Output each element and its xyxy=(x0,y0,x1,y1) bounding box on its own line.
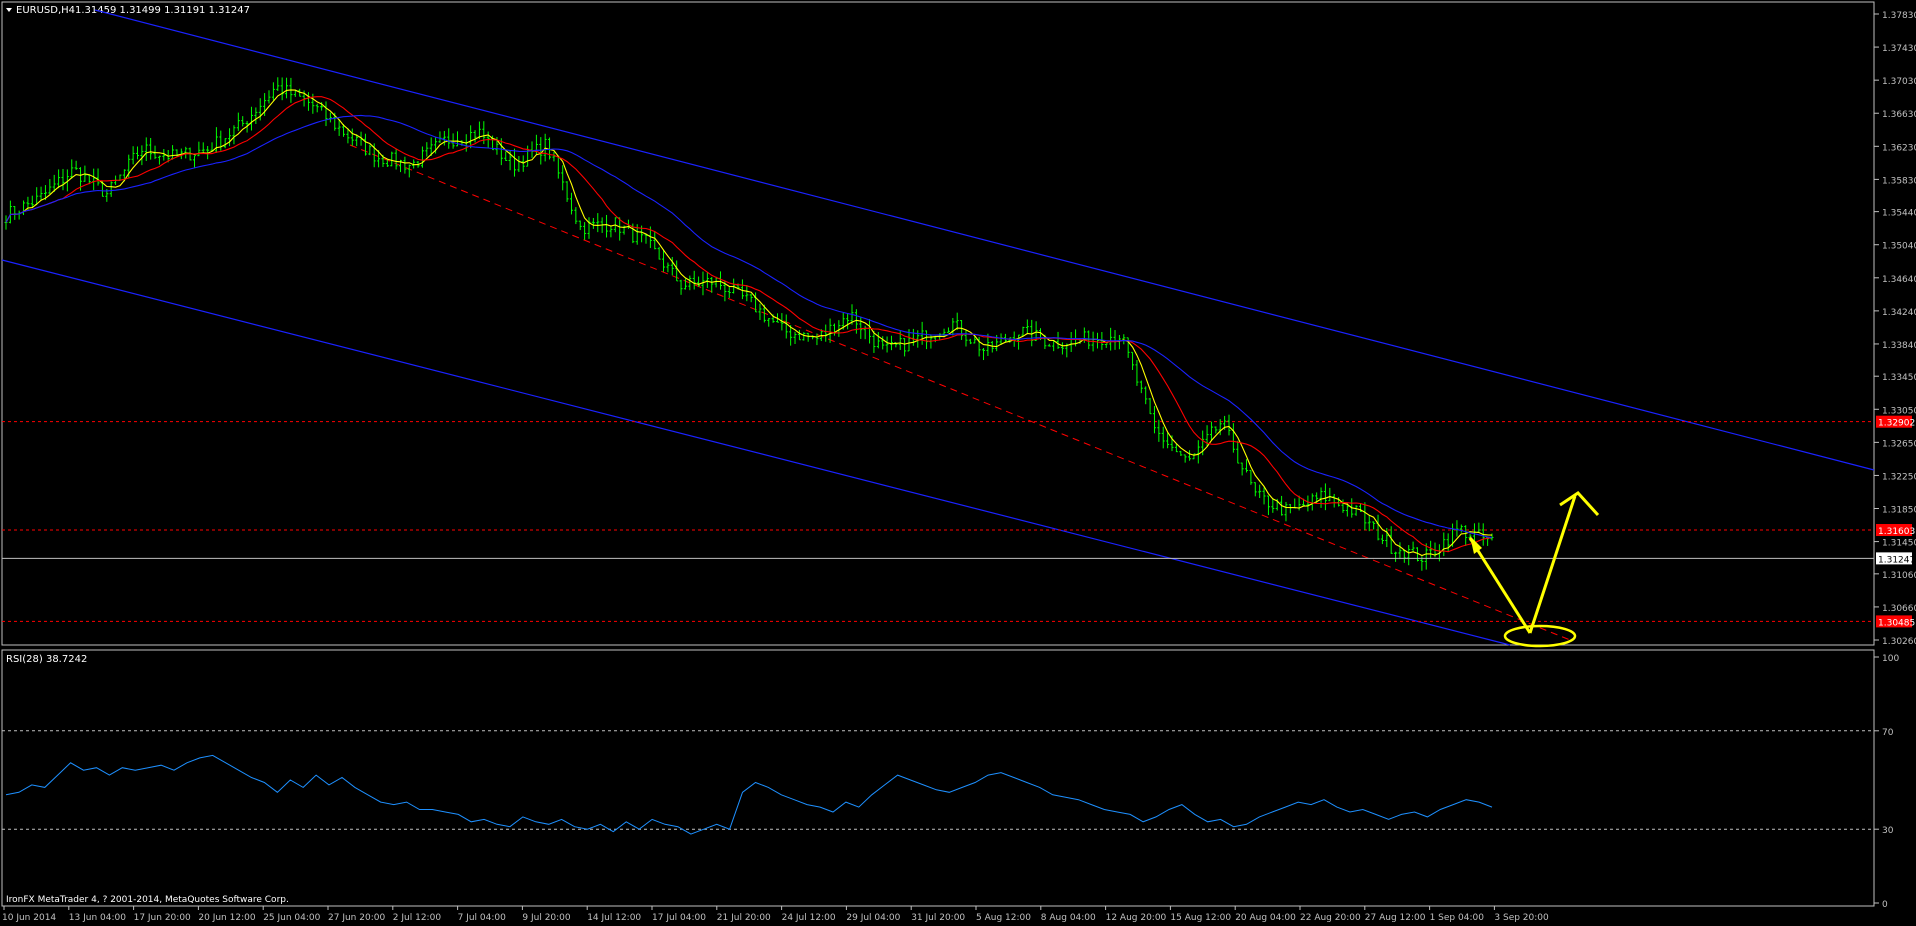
price-tag-label: 1.32902 xyxy=(1878,419,1915,429)
rsi-tick-label: 0 xyxy=(1882,900,1888,910)
time-tick-label: 17 Jul 04:00 xyxy=(652,913,706,923)
price-tick-label: 1.37830 xyxy=(1882,11,1916,21)
price-tick-label: 1.30660 xyxy=(1882,604,1916,614)
time-tick-label: 5 Aug 12:00 xyxy=(976,913,1031,923)
price-tick-label: 1.36230 xyxy=(1882,143,1916,153)
time-tick-label: 13 Jun 04:00 xyxy=(69,913,126,923)
symbol-label: EURUSD,H4 xyxy=(16,5,75,16)
time-tick-label: 15 Aug 12:00 xyxy=(1170,913,1231,923)
price-tick-label: 1.34240 xyxy=(1882,308,1916,318)
time-tick-label: 3 Sep 20:00 xyxy=(1494,913,1549,923)
time-tick-label: 27 Jun 20:00 xyxy=(328,913,385,923)
time-tick-label: 24 Jul 12:00 xyxy=(782,913,836,923)
price-tag-label: 1.31603 xyxy=(1878,527,1915,537)
time-tick-label: 8 Aug 04:00 xyxy=(1041,913,1096,923)
time-tick-label: 9 Jul 20:00 xyxy=(522,913,571,923)
price-tick-label: 1.33050 xyxy=(1882,406,1916,416)
ohlc-values: 1.31459 1.31499 1.31191 1.31247 xyxy=(75,5,250,16)
rsi-tick-label: 100 xyxy=(1882,654,1899,664)
time-tick-label: 25 Jun 04:00 xyxy=(263,913,320,923)
price-tick-label: 1.35830 xyxy=(1882,176,1916,186)
price-tick-label: 1.36630 xyxy=(1882,110,1916,120)
time-tick-label: 2 Jul 12:00 xyxy=(393,913,442,923)
time-tick-label: 17 Jun 20:00 xyxy=(134,913,191,923)
price-tick-label: 1.31850 xyxy=(1882,506,1916,516)
price-tag-label: 1.30485 xyxy=(1878,618,1915,628)
current-price-tag-label: 1.31247 xyxy=(1878,555,1915,565)
price-chart[interactable]: EURUSD,H4 1.31459 1.31499 1.31191 1.3124… xyxy=(0,0,1916,926)
time-tick-label: 27 Aug 12:00 xyxy=(1365,913,1426,923)
price-tick-label: 1.32650 xyxy=(1882,439,1916,449)
time-tick-label: 21 Jul 20:00 xyxy=(717,913,771,923)
time-tick-label: 31 Jul 20:00 xyxy=(911,913,965,923)
time-tick-label: 20 Jun 12:00 xyxy=(198,913,255,923)
rsi-tick-label: 70 xyxy=(1882,728,1894,738)
time-tick-label: 1 Sep 04:00 xyxy=(1430,913,1485,923)
time-tick-label: 29 Jul 04:00 xyxy=(846,913,900,923)
price-tick-label: 1.31060 xyxy=(1882,571,1916,581)
time-tick-label: 20 Aug 04:00 xyxy=(1235,913,1296,923)
price-tick-label: 1.32250 xyxy=(1882,472,1916,482)
time-tick-label: 7 Jul 04:00 xyxy=(458,913,507,923)
price-tick-label: 1.37030 xyxy=(1882,77,1916,87)
price-tick-label: 1.35040 xyxy=(1882,242,1916,252)
price-tick-label: 1.34640 xyxy=(1882,275,1916,285)
copyright-text: IronFX MetaTrader 4, ? 2001-2014, MetaQu… xyxy=(6,895,289,905)
time-tick-label: 14 Jul 12:00 xyxy=(587,913,641,923)
time-tick-label: 12 Aug 20:00 xyxy=(1106,913,1167,923)
rsi-title: RSI(28) 38.7242 xyxy=(6,654,87,665)
rsi-tick-label: 30 xyxy=(1882,826,1894,836)
time-tick-label: 22 Aug 20:00 xyxy=(1300,913,1361,923)
price-tick-label: 1.37430 xyxy=(1882,44,1916,54)
price-tick-label: 1.31450 xyxy=(1882,539,1916,549)
price-tick-label: 1.33840 xyxy=(1882,341,1916,351)
price-tick-label: 1.33450 xyxy=(1882,373,1916,383)
price-tick-label: 1.35440 xyxy=(1882,209,1916,219)
time-tick-label: 10 Jun 2014 xyxy=(2,913,56,923)
chart-background xyxy=(0,0,1916,926)
price-tick-label: 1.30260 xyxy=(1882,637,1916,647)
